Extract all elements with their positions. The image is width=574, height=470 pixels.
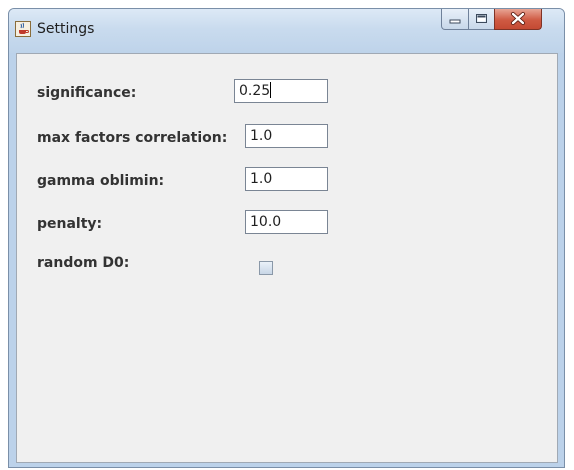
- text-caret: [270, 82, 272, 98]
- max-factors-correlation-input[interactable]: 1.0: [245, 124, 328, 148]
- gamma-oblimin-input[interactable]: 1.0: [245, 167, 328, 191]
- maximize-icon: [476, 14, 487, 23]
- random-d0-checkbox[interactable]: [259, 261, 273, 275]
- penalty-label: penalty:: [37, 216, 103, 232]
- significance-value: 0.25: [239, 83, 271, 99]
- window-title: Settings: [37, 21, 95, 37]
- minimize-icon: [449, 19, 461, 24]
- random-d0-label: random D0:: [37, 255, 130, 271]
- settings-panel: significance: 0.25 max factors correlati…: [16, 53, 558, 463]
- close-button[interactable]: [494, 9, 542, 30]
- penalty-input[interactable]: 10.0: [245, 210, 328, 234]
- settings-window: Settings significance: 0.25 max factors …: [8, 8, 565, 468]
- title-bar[interactable]: Settings: [9, 9, 564, 53]
- close-icon: [511, 12, 525, 25]
- significance-label: significance:: [37, 85, 137, 101]
- java-cup-icon: [15, 21, 31, 37]
- maximize-button[interactable]: [468, 9, 495, 30]
- gamma-oblimin-label: gamma oblimin:: [37, 173, 165, 189]
- max-factors-correlation-label: max factors correlation:: [37, 130, 228, 146]
- significance-input[interactable]: 0.25: [234, 79, 328, 103]
- minimize-button[interactable]: [441, 9, 469, 30]
